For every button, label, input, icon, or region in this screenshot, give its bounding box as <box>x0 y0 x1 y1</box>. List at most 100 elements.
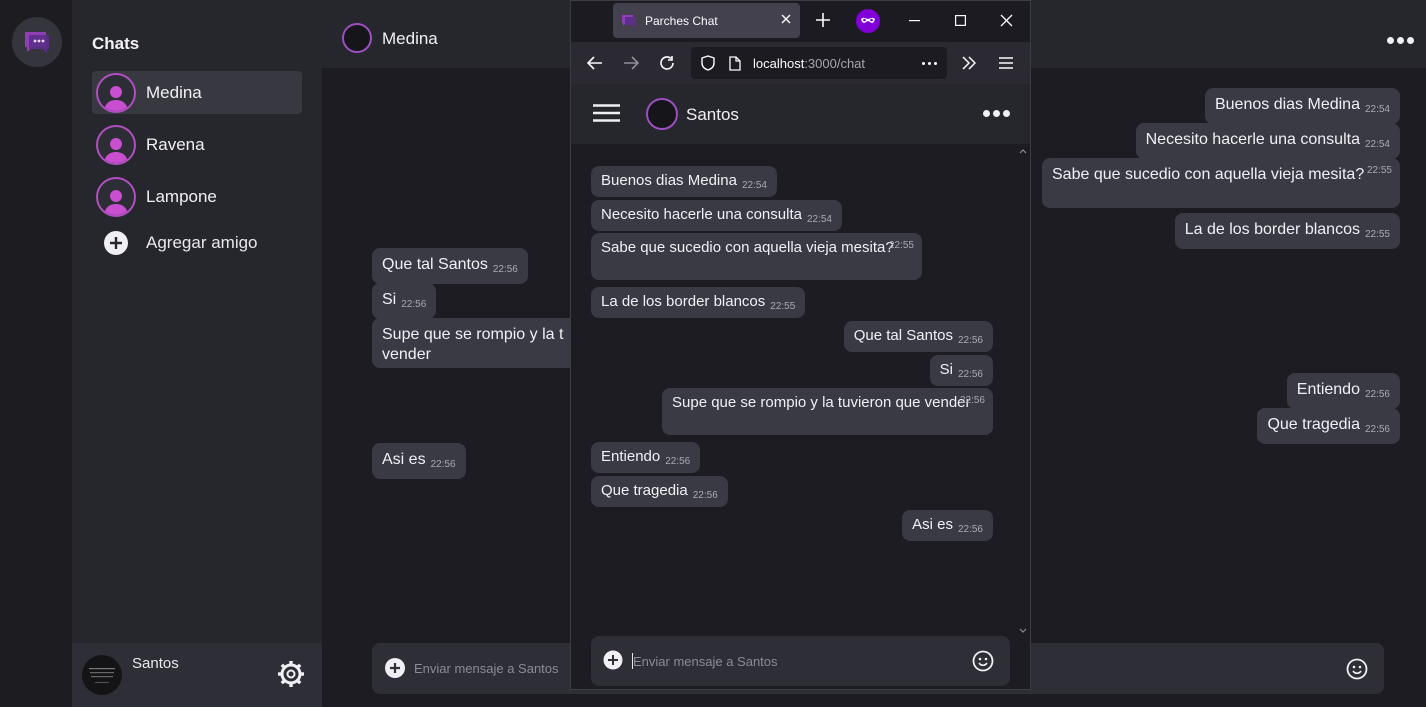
contact-item-medina[interactable]: Medina <box>92 71 302 114</box>
message-bubble: Supe que se rompio y la t vender <box>372 318 592 368</box>
message-time: 22:56 <box>957 335 983 346</box>
message-text: Necesito hacerle una consulta <box>1145 131 1360 148</box>
message-input-placeholder[interactable]: Enviar mensaje a Santos <box>414 661 559 676</box>
message-text: Supe que se rompio y la t vender <box>382 326 564 363</box>
back-arrow-icon[interactable] <box>587 56 603 70</box>
current-user-bar: Santos <box>72 643 322 707</box>
message-time: 22:56 <box>959 395 985 406</box>
message-bubble: Que tragedia 22:56 <box>1257 408 1400 444</box>
message-text: Entiendo <box>601 448 661 465</box>
emoji-icon[interactable] <box>1346 658 1368 680</box>
message-bubble: Asi es 22:56 <box>372 443 466 479</box>
message-list[interactable]: Buenos dias Medina 22:54 Necesito hacerle… <box>571 144 1030 634</box>
message-bubble: Que tal Santos 22:56 <box>843 321 993 352</box>
tab-close-icon[interactable] <box>780 13 792 25</box>
message-text: Si <box>382 291 397 308</box>
scroll-down-icon[interactable] <box>1019 628 1027 634</box>
message-text: Si <box>939 361 953 378</box>
page-info-icon[interactable] <box>729 56 741 71</box>
message-bubble: Necesito hacerle una consulta 22:54 <box>1135 123 1400 159</box>
message-bubble: Entiendo 22:56 <box>1286 373 1400 409</box>
message-bubble: Si 22:56 <box>929 355 993 386</box>
message-time: 22:56 <box>430 459 456 470</box>
contact-name: Lampone <box>146 186 217 206</box>
user-avatar[interactable] <box>82 655 122 695</box>
tracking-shield-icon[interactable] <box>701 55 715 71</box>
chat-sidebar: Chats Medina Ravena Lampone Agregar amig… <box>72 0 322 707</box>
contact-item-lampone[interactable]: Lampone <box>92 175 302 218</box>
message-text: Que tal Santos <box>382 256 488 273</box>
message-bubble: Que tal Santos 22:56 <box>372 248 528 284</box>
user-avatar-icon <box>96 176 136 217</box>
message-text: Sabe que sucedio con aquella vieja mesit… <box>601 239 894 256</box>
message-text: Supe que se rompio y la tuvieron que ven… <box>672 394 971 411</box>
minimize-icon[interactable] <box>909 20 920 22</box>
message-text: Asi es <box>912 516 953 533</box>
plus-circle-icon <box>104 231 128 255</box>
sidebar-title: Chats <box>92 34 140 53</box>
add-friend-button[interactable]: Agregar amigo <box>104 231 258 255</box>
forward-arrow-icon[interactable] <box>623 56 639 70</box>
message-bubble: Necesito hacerle una consulta 22:54 <box>591 200 842 231</box>
chat-contact-name: Santos <box>686 105 739 124</box>
message-time: 22:56 <box>957 524 983 535</box>
chat-contact-name: Medina <box>382 29 438 48</box>
overflow-chevron-icon[interactable] <box>962 56 976 70</box>
browser-nav-bar: localhost:3000/chat <box>571 42 1030 84</box>
message-composer[interactable]: Enviar mensaje a Santos <box>591 636 1010 686</box>
message-time: 22:56 <box>492 264 518 275</box>
user-name: Santos <box>132 655 179 672</box>
url-text: localhost:3000/chat <box>753 56 865 71</box>
attach-plus-icon[interactable] <box>384 657 406 679</box>
message-text: Sabe que sucedio con aquella vieja mesit… <box>1052 166 1365 183</box>
tab-title: Parches Chat <box>645 13 718 28</box>
emoji-icon[interactable] <box>972 650 994 672</box>
url-host: localhost <box>753 56 805 71</box>
message-text: Buenos dias Medina <box>1214 96 1360 113</box>
maximize-icon[interactable] <box>955 15 966 26</box>
more-options-icon[interactable] <box>1387 37 1414 44</box>
message-time: 22:56 <box>1364 424 1390 435</box>
window-close-icon[interactable] <box>1000 14 1013 27</box>
message-time: 22:56 <box>401 299 427 310</box>
message-bubble: Sabe que sucedio con aquella vieja mesit… <box>591 233 922 280</box>
private-browsing-icon <box>856 9 880 33</box>
message-time: 22:55 <box>1364 229 1390 240</box>
scroll-up-icon[interactable] <box>1019 148 1027 154</box>
app-rail <box>0 0 72 707</box>
message-time: 22:56 <box>957 369 983 380</box>
message-input-placeholder[interactable]: Enviar mensaje a Santos <box>633 654 778 669</box>
browser-window: Parches Chat localhost:3000/chat Santos <box>570 0 1031 690</box>
new-tab-icon[interactable] <box>816 13 830 27</box>
url-bar[interactable]: localhost:3000/chat <box>691 47 947 79</box>
message-text: Buenos dias Medina <box>601 172 737 189</box>
app-favicon-icon <box>622 14 636 27</box>
message-time: 22:56 <box>692 490 718 501</box>
message-text: Asi es <box>382 451 426 468</box>
browser-tab-bar: Parches Chat <box>571 1 1030 42</box>
message-text: La de los border blancos <box>1184 221 1360 238</box>
more-options-icon[interactable] <box>983 110 1010 117</box>
contact-name: Ravena <box>146 134 205 154</box>
message-text: Que tragedia <box>601 482 688 499</box>
user-avatar-icon <box>96 124 136 165</box>
browser-tab[interactable]: Parches Chat <box>613 3 800 38</box>
reload-icon[interactable] <box>659 55 675 71</box>
message-text: Entiendo <box>1296 381 1360 398</box>
user-avatar-icon <box>96 72 136 113</box>
page-actions-icon[interactable] <box>922 62 937 65</box>
contact-avatar[interactable] <box>646 98 678 130</box>
message-bubble: Asi es 22:56 <box>902 510 993 541</box>
chat-header: Santos <box>571 84 1030 144</box>
contact-avatar[interactable] <box>342 23 372 53</box>
message-time: 22:54 <box>741 180 767 191</box>
hamburger-menu-icon[interactable] <box>999 57 1013 69</box>
app-logo-icon[interactable] <box>12 17 62 67</box>
menu-icon[interactable] <box>593 104 620 122</box>
add-friend-label: Agregar amigo <box>146 233 258 252</box>
attach-plus-icon[interactable] <box>603 650 623 670</box>
gear-icon[interactable] <box>277 660 305 688</box>
contact-item-ravena[interactable]: Ravena <box>92 123 302 166</box>
message-text: Necesito hacerle una consulta <box>601 206 802 223</box>
message-time: 22:55 <box>1366 165 1392 176</box>
